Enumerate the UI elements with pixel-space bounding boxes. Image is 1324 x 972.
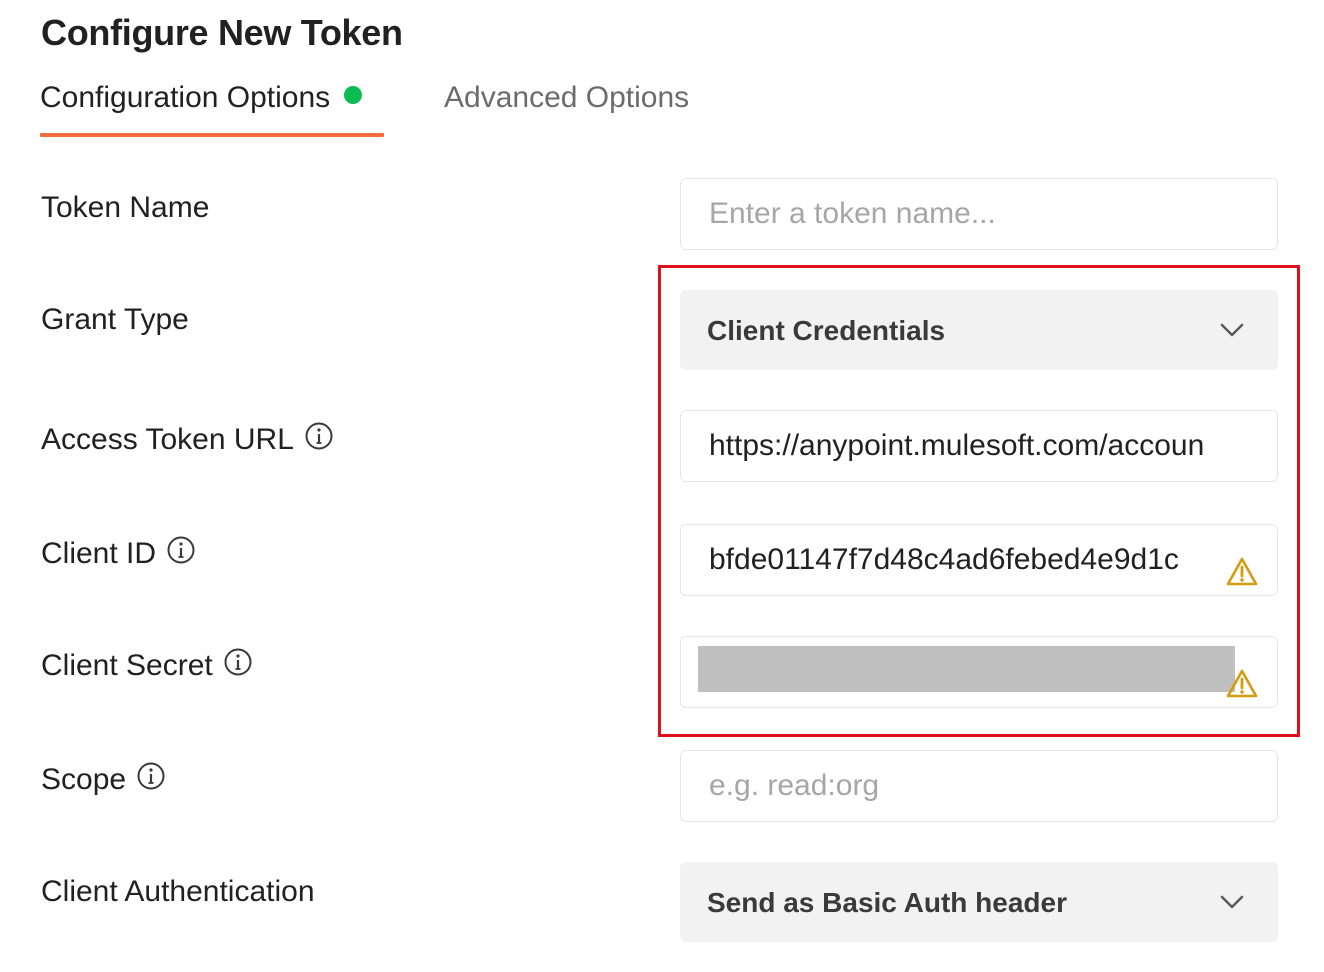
tab-bar: Configuration Options Advanced Options — [40, 78, 740, 138]
info-icon[interactable] — [304, 421, 333, 450]
tab-advanced-options[interactable]: Advanced Options — [444, 78, 689, 118]
client-id-input[interactable]: bfde01147f7d48c4ad6febed4e9d1c — [680, 524, 1278, 596]
client-authentication-value: Send as Basic Auth header — [707, 887, 1067, 918]
info-icon[interactable] — [223, 647, 252, 676]
info-icon[interactable] — [136, 761, 165, 790]
access-token-url-input[interactable]: https://anypoint.mulesoft.com/accoun — [680, 410, 1278, 482]
grant-type-label: Grant Type — [41, 303, 189, 336]
access-token-url-value: https://anypoint.mulesoft.com/accoun — [709, 429, 1205, 462]
scope-placeholder: e.g. read:org — [709, 769, 880, 802]
token-name-label: Token Name — [41, 191, 210, 224]
client-id-label: Client ID — [41, 534, 195, 574]
client-authentication-label: Client Authentication — [41, 875, 315, 908]
chevron-down-icon[interactable] — [1219, 291, 1247, 369]
client-secret-input[interactable] — [680, 636, 1278, 708]
scope-input[interactable]: e.g. read:org — [680, 750, 1278, 822]
tab-configuration-options[interactable]: Configuration Options — [40, 78, 384, 137]
scope-label: Scope — [41, 760, 165, 800]
client-secret-label: Client Secret — [41, 646, 252, 686]
access-token-url-label: Access Token URL — [41, 420, 333, 460]
info-icon[interactable] — [166, 535, 195, 564]
page-title: Configure New Token — [41, 12, 403, 53]
warning-icon[interactable] — [1225, 656, 1259, 698]
grant-type-select[interactable]: Client Credentials — [680, 290, 1278, 370]
redacted-secret-mask — [698, 646, 1235, 692]
token-name-placeholder: Enter a token name... — [709, 197, 996, 230]
warning-icon[interactable] — [1225, 544, 1259, 586]
client-id-value: bfde01147f7d48c4ad6febed4e9d1c — [709, 543, 1179, 576]
chevron-down-icon[interactable] — [1219, 863, 1247, 941]
status-dot-icon — [344, 86, 363, 104]
grant-type-value: Client Credentials — [707, 315, 946, 346]
active-tab-underline — [40, 133, 384, 137]
tab-configuration-label: Configuration Options — [40, 81, 331, 114]
token-name-input[interactable]: Enter a token name... — [680, 178, 1278, 250]
client-authentication-select[interactable]: Send as Basic Auth header — [680, 862, 1278, 942]
